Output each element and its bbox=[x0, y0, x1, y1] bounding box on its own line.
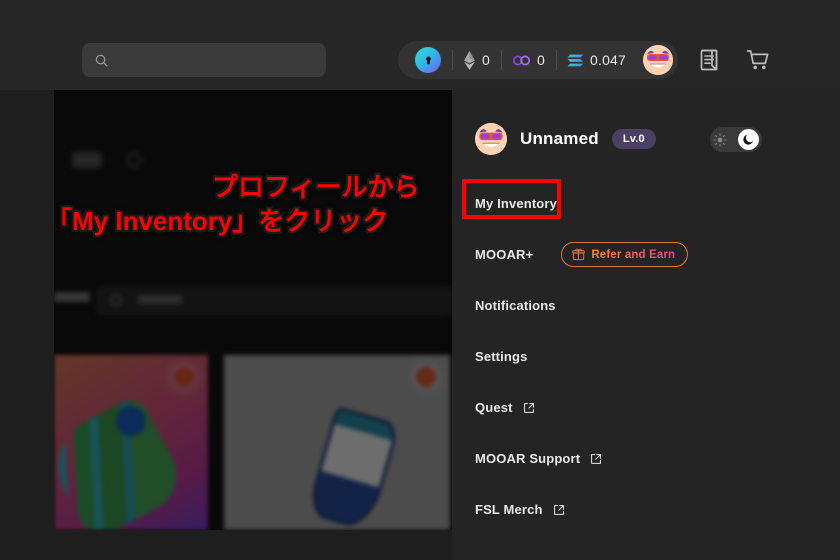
sun-icon bbox=[713, 132, 727, 147]
refer-and-earn-label: Refer and Earn bbox=[591, 248, 676, 261]
menu-item-mooar-support[interactable]: MOOAR Support bbox=[475, 433, 820, 484]
gmt-glyph bbox=[425, 56, 431, 64]
dimmed-background-content bbox=[54, 90, 452, 530]
shopping-cart-icon[interactable] bbox=[746, 48, 770, 72]
menu-item-label: MOOAR Support bbox=[475, 451, 581, 466]
wallet-value-solana: 0.047 bbox=[590, 52, 627, 68]
gmt-token-icon bbox=[415, 47, 441, 73]
wallet-value-ethereum: 0 bbox=[482, 52, 490, 68]
refer-and-earn-button[interactable]: Refer and Earn bbox=[561, 242, 689, 267]
wallet-item-gmt[interactable] bbox=[404, 41, 452, 79]
avatar bbox=[475, 123, 507, 155]
profile-name: Unnamed bbox=[520, 129, 599, 148]
profile-menu: My Inventory MOOAR+ Refer and Earn Notif… bbox=[475, 178, 820, 535]
menu-item-settings[interactable]: Settings bbox=[475, 331, 820, 382]
external-link-icon bbox=[553, 504, 564, 515]
menu-item-notifications[interactable]: Notifications bbox=[475, 280, 820, 331]
menu-item-label: Quest bbox=[475, 400, 513, 415]
menu-item-mooar-plus[interactable]: MOOAR+ Refer and Earn bbox=[475, 229, 820, 280]
wallet-item-ethereum[interactable]: 0 bbox=[452, 41, 501, 79]
external-link-icon bbox=[523, 402, 534, 413]
top-header: 0 0 0.047 bbox=[0, 0, 840, 90]
level-badge: Lv.0 bbox=[611, 129, 656, 149]
toggle-knob bbox=[738, 129, 759, 150]
menu-item-fsl-merch[interactable]: FSL Merch bbox=[475, 484, 820, 535]
wallet-value-polygon: 0 bbox=[537, 52, 545, 68]
wallet-item-solana[interactable]: 0.047 bbox=[556, 41, 637, 79]
dim-overlay bbox=[54, 90, 452, 530]
menu-item-label: Settings bbox=[475, 349, 528, 364]
wallet-item-polygon[interactable]: 0 bbox=[501, 41, 556, 79]
wallet-balances[interactable]: 0 0 0.047 bbox=[398, 41, 679, 79]
theme-toggle[interactable] bbox=[710, 127, 762, 152]
ethereum-icon bbox=[464, 50, 475, 70]
orders-receipt-icon[interactable] bbox=[697, 48, 721, 72]
search-icon bbox=[95, 54, 108, 66]
search-input[interactable] bbox=[117, 53, 307, 67]
menu-item-label: My Inventory bbox=[475, 196, 557, 211]
avatar[interactable] bbox=[643, 45, 674, 75]
external-link-icon bbox=[591, 453, 602, 464]
profile-panel: Unnamed Lv.0 My Inventory MOOAR+ Refer a… bbox=[452, 90, 840, 560]
gift-icon bbox=[572, 248, 586, 261]
menu-item-label: FSL Merch bbox=[475, 502, 543, 517]
search-box[interactable] bbox=[82, 43, 326, 77]
app-root: 0 0 0.047 Unnamed Lv.0 My Inventory MOOA… bbox=[0, 0, 840, 560]
menu-item-label: MOOAR+ bbox=[475, 247, 534, 262]
menu-item-my-inventory[interactable]: My Inventory bbox=[475, 178, 820, 229]
solana-icon bbox=[567, 54, 584, 66]
menu-item-label: Notifications bbox=[475, 298, 556, 313]
moon-icon bbox=[743, 134, 754, 145]
polygon-icon bbox=[512, 55, 531, 65]
avatar-face bbox=[643, 45, 674, 75]
avatar-face bbox=[475, 123, 507, 155]
menu-item-quest[interactable]: Quest bbox=[475, 382, 820, 433]
profile-summary[interactable]: Unnamed Lv.0 bbox=[475, 123, 656, 155]
